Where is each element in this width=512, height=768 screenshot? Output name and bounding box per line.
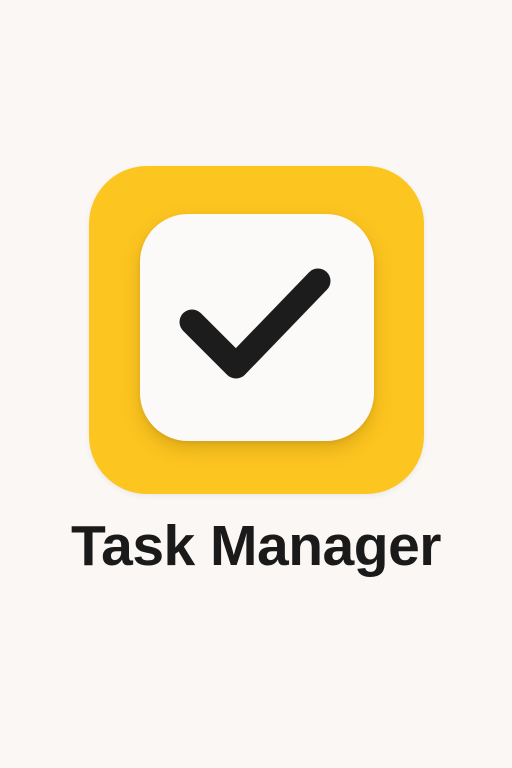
app-title: Task Manager [71,514,441,578]
checkmark-stroke [179,268,331,379]
checkmark-icon [179,268,331,379]
